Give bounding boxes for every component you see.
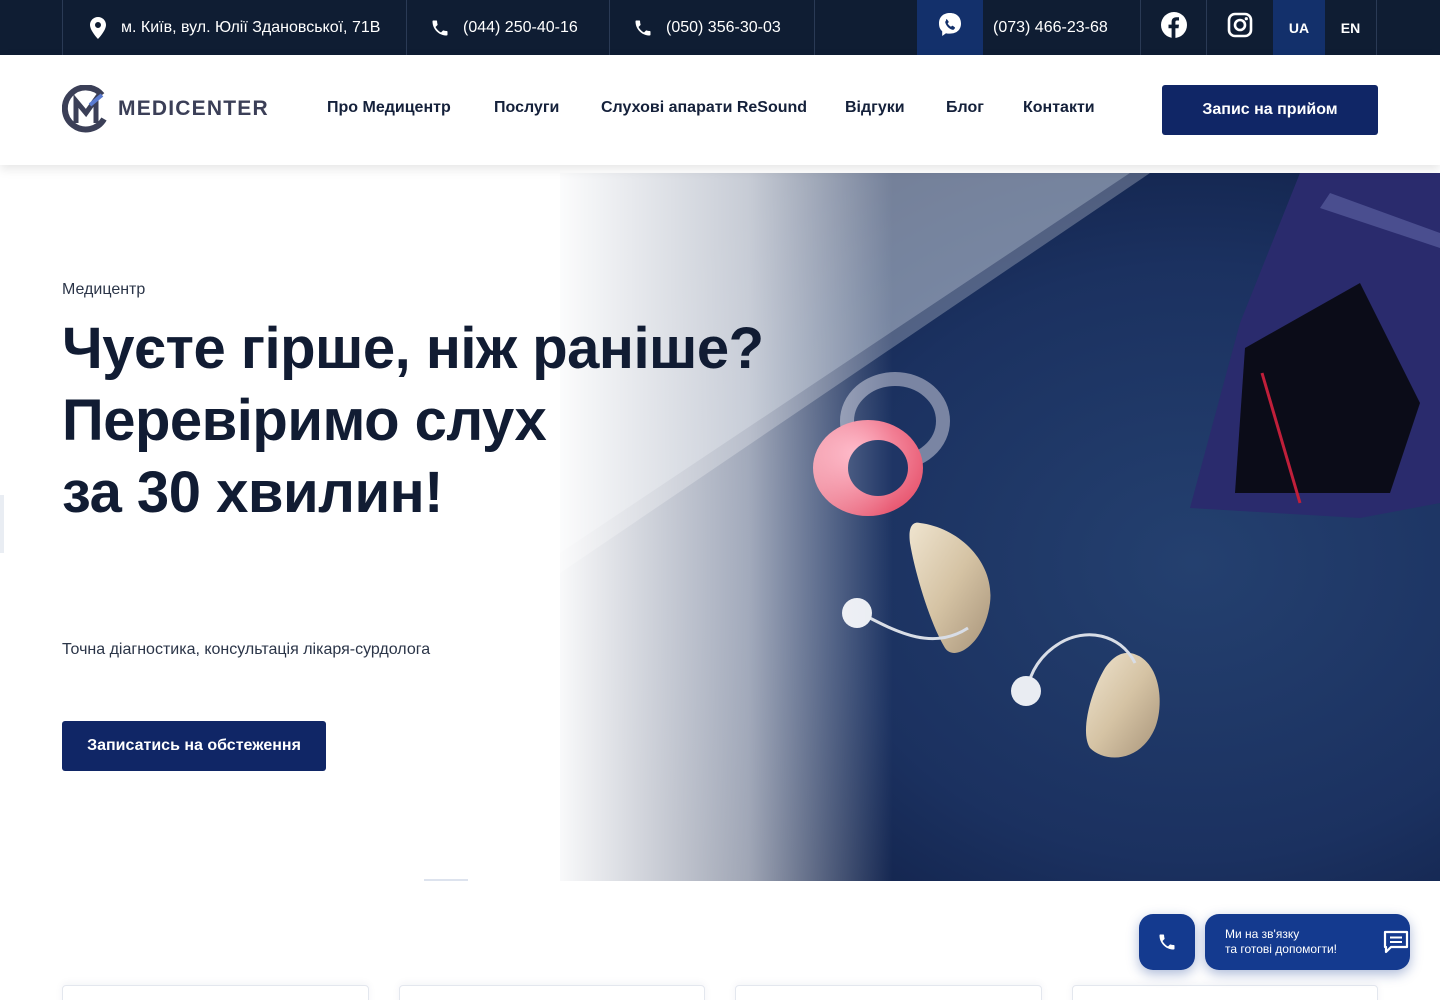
site-header: MEDICENTER Про Медицентр Послуги Слухові…	[0, 55, 1440, 165]
service-card[interactable]	[1072, 985, 1378, 1000]
service-card[interactable]	[399, 985, 705, 1000]
hero-title-line: Перевіримо слух	[62, 388, 547, 453]
service-card[interactable]	[735, 985, 1042, 1000]
phone-2-text: (050) 356-30-03	[666, 18, 781, 36]
book-examination-button[interactable]: Записатись на обстеження	[62, 721, 326, 771]
phone-1-link[interactable]: (044) 250-40-16	[406, 0, 610, 55]
facebook-link[interactable]	[1140, 0, 1207, 55]
hero-kicker: Медицентр	[62, 281, 146, 298]
phone-viber-text: (073) 466-23-68	[993, 18, 1108, 36]
book-appointment-button[interactable]: Запис на прийом	[1162, 85, 1378, 135]
hero-title-line: за 30 хвилин!	[62, 460, 443, 525]
language-ua-button[interactable]: UA	[1273, 0, 1325, 55]
nav-item-reviews[interactable]: Відгуки	[845, 99, 905, 117]
viber-button[interactable]	[917, 0, 983, 55]
chat-message-icon	[1383, 930, 1409, 954]
hero-title-line: Чуєте гірше, ніж раніше?	[62, 316, 764, 381]
facebook-icon	[1161, 12, 1187, 43]
location-pin-icon	[87, 16, 109, 39]
phone-icon	[632, 17, 654, 39]
chat-text-line: Ми на зв'язку	[1225, 927, 1300, 941]
service-card[interactable]	[62, 985, 369, 1000]
hero-title: Чуєте гірше, ніж раніше? Перевіримо слух…	[62, 313, 822, 529]
phone-icon	[1159, 934, 1175, 950]
hero-section: Медицентр Чуєте гірше, ніж раніше? Перев…	[0, 173, 1440, 881]
language-en-button[interactable]: EN	[1325, 0, 1377, 55]
instagram-link[interactable]	[1206, 0, 1273, 55]
nav-item-contacts[interactable]: Контакти	[1023, 99, 1095, 117]
phone-viber-link[interactable]: (073) 466-23-68	[983, 0, 1141, 55]
address-link[interactable]: м. Київ, вул. Юлії Здановської, 71В	[62, 0, 407, 55]
medicenter-logo-icon	[62, 85, 107, 133]
top-bar: м. Київ, вул. Юлії Здановської, 71В (044…	[0, 0, 1440, 55]
logo-text: MEDICENTER	[118, 97, 269, 120]
logo-link[interactable]: MEDICENTER	[62, 85, 269, 133]
nav-item-services[interactable]: Послуги	[494, 99, 559, 117]
chat-widget-button[interactable]: Ми на зв'язку та готові допомогти!	[1205, 914, 1410, 970]
instagram-icon	[1227, 12, 1253, 43]
nav-item-hearing-aids[interactable]: Слухові апарати ReSound	[601, 99, 807, 117]
address-text: м. Київ, вул. Юлії Здановської, 71В	[121, 18, 381, 36]
phone-icon	[429, 17, 451, 39]
side-tab[interactable]	[0, 495, 4, 553]
viber-icon	[936, 11, 964, 44]
nav-item-blog[interactable]: Блог	[946, 99, 984, 117]
nav-item-about[interactable]: Про Медицентр	[327, 99, 451, 117]
slider-indicator[interactable]	[424, 879, 468, 881]
hero-subtitle: Точна діагностика, консультація лікаря-с…	[62, 641, 431, 658]
phone-1-text: (044) 250-40-16	[463, 18, 578, 36]
phone-2-link[interactable]: (050) 356-30-03	[609, 0, 815, 55]
callback-button[interactable]	[1139, 914, 1195, 970]
chat-text-line: та готові допомогти!	[1225, 942, 1337, 956]
